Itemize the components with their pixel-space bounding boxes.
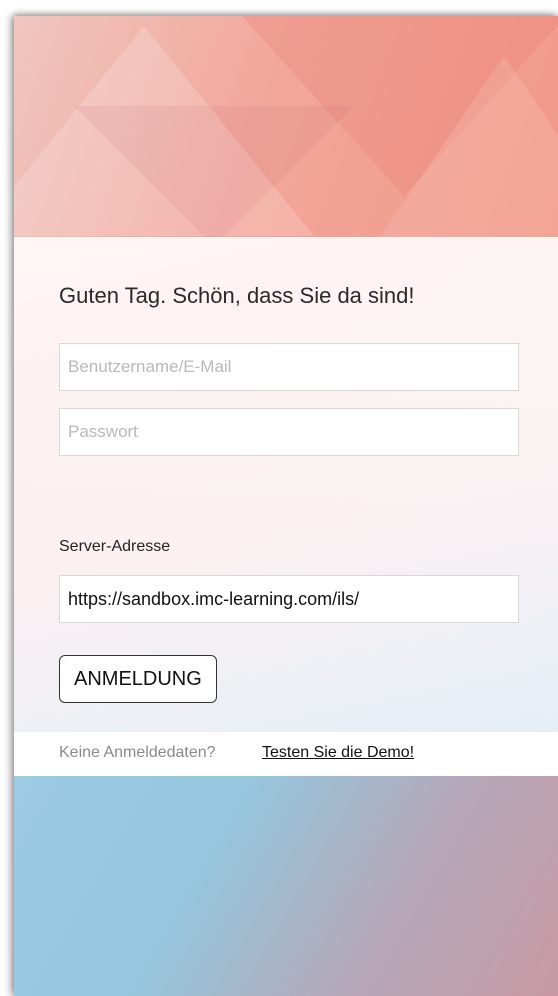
demo-link[interactable]: Testen Sie die Demo! <box>262 744 414 762</box>
footer-background <box>14 776 558 996</box>
decorative-shape <box>74 106 354 237</box>
device-frame: Guten Tag. Schön, dass Sie da sind! Serv… <box>0 0 558 996</box>
decorative-shape <box>374 56 558 237</box>
app-screen: Guten Tag. Schön, dass Sie da sind! Serv… <box>14 16 558 996</box>
login-panel: Guten Tag. Schön, dass Sie da sind! Serv… <box>14 237 558 732</box>
greeting-heading: Guten Tag. Schön, dass Sie da sind! <box>59 283 415 308</box>
login-button[interactable]: ANMELDUNG <box>59 655 217 703</box>
password-input[interactable] <box>59 408 519 456</box>
header-background <box>14 16 558 237</box>
username-input[interactable] <box>59 343 519 391</box>
server-address-input[interactable] <box>59 575 519 623</box>
demo-prompt: Keine Anmeldedaten? <box>59 744 216 761</box>
demo-bar: Keine Anmeldedaten? Testen Sie die Demo! <box>14 732 558 776</box>
server-address-label: Server-Adresse <box>59 538 171 555</box>
